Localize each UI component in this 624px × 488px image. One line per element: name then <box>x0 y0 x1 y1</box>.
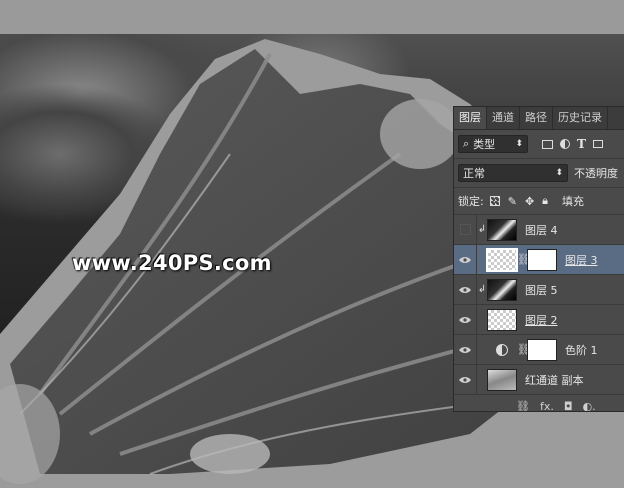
blend-mode-select[interactable]: 正常 ⬍ <box>458 164 568 182</box>
layer-row[interactable]: 图层 2 <box>454 305 624 335</box>
layer-thumbnail[interactable] <box>487 368 517 391</box>
blend-mode-value: 正常 <box>463 167 485 180</box>
lock-all-icon[interactable]: 🔒︎ <box>542 194 548 208</box>
visibility-eye-icon[interactable] <box>454 215 477 244</box>
shape-filter-icon[interactable] <box>592 140 603 148</box>
layer-thumbnail[interactable] <box>487 278 517 301</box>
panel-footer: ⛓ fx. ◘ ◐. <box>454 395 624 412</box>
watermark-text: www.240PS.com <box>72 251 272 275</box>
layer-name[interactable]: 图层 4 <box>525 222 558 238</box>
layer-name[interactable]: 红通道 副本 <box>525 372 584 388</box>
visibility-eye-icon[interactable] <box>454 275 477 304</box>
panel-tabs: 图层 通道 路径 历史记录 <box>454 107 624 130</box>
layer-name[interactable]: 图层 2 <box>525 312 558 328</box>
lock-brush-icon[interactable]: ✎ <box>508 195 517 208</box>
lock-transparent-icon[interactable] <box>489 196 500 206</box>
mask-link-icon[interactable]: ⛓ <box>517 253 531 266</box>
layer-mask-thumbnail[interactable] <box>527 338 557 361</box>
filter-row: ⌕ 类型 ⬍ T <box>454 130 624 159</box>
tab-paths[interactable]: 路径 <box>520 107 553 129</box>
image-filter-icon[interactable] <box>542 139 553 149</box>
lock-label: 锁定: <box>458 195 484 208</box>
tab-layers[interactable]: 图层 <box>454 107 487 129</box>
search-icon: ⌕ <box>463 137 470 150</box>
opacity-label: 不透明度 <box>574 167 618 180</box>
fill-label: 填充 <box>562 195 585 208</box>
chevron-icon: ⬍ <box>555 168 563 178</box>
mask-link-icon[interactable]: ⛓ <box>517 343 531 356</box>
visibility-eye-icon[interactable] <box>454 365 477 394</box>
add-mask-icon[interactable]: ◘ <box>564 400 573 412</box>
layer-name[interactable]: 图层 5 <box>525 282 558 298</box>
lock-move-icon[interactable]: ✥ <box>525 195 534 208</box>
lock-row: 锁定: ✎ ✥ 🔒︎ 填充 <box>454 188 624 215</box>
adjustment-filter-icon[interactable] <box>560 139 570 149</box>
tab-history[interactable]: 历史记录 <box>553 107 608 129</box>
adjustment-layer-icon[interactable]: ◐. <box>583 400 596 412</box>
layer-row[interactable]: ↲ 图层 5 <box>454 275 624 305</box>
layer-row[interactable]: ⛓ 图层 3 <box>454 245 624 275</box>
filter-type-label: 类型 <box>473 138 496 151</box>
clipping-arrow-icon: ↲ <box>477 224 487 235</box>
clipping-arrow-icon: ↲ <box>477 284 487 295</box>
fx-icon[interactable]: fx. <box>540 400 554 412</box>
chevron-icon: ⬍ <box>515 139 523 149</box>
type-filter-icon[interactable]: T <box>577 137 586 151</box>
layer-thumbnail[interactable] <box>487 308 517 331</box>
layer-mask-thumbnail[interactable] <box>527 248 557 271</box>
filter-type-select[interactable]: ⌕ 类型 ⬍ <box>458 135 528 153</box>
layer-row[interactable]: 红通道 副本 <box>454 365 624 395</box>
layers-panel: 图层 通道 路径 历史记录 ⌕ 类型 ⬍ T 正常 ⬍ 不透明度 锁定: ✎ ✥… <box>453 106 624 412</box>
blend-row: 正常 ⬍ 不透明度 <box>454 159 624 188</box>
levels-adjustment-icon[interactable] <box>487 343 517 356</box>
layer-thumbnail[interactable] <box>486 247 518 272</box>
tab-channels[interactable]: 通道 <box>487 107 520 129</box>
link-layers-icon[interactable]: ⛓ <box>516 400 530 412</box>
layer-row[interactable]: ↲ 图层 4 <box>454 215 624 245</box>
layers-list: ↲ 图层 4 ⛓ 图层 3 ↲ 图层 5 图层 2 ⛓ 色阶 1 红通道 副本 <box>454 215 624 395</box>
layer-name[interactable]: 色阶 1 <box>565 342 598 358</box>
visibility-eye-icon[interactable] <box>454 335 477 364</box>
layer-name[interactable]: 图层 3 <box>565 252 598 268</box>
layer-thumbnail[interactable] <box>487 218 517 241</box>
visibility-eye-icon[interactable] <box>454 245 477 274</box>
visibility-eye-icon[interactable] <box>454 305 477 334</box>
layer-row[interactable]: ⛓ 色阶 1 <box>454 335 624 365</box>
